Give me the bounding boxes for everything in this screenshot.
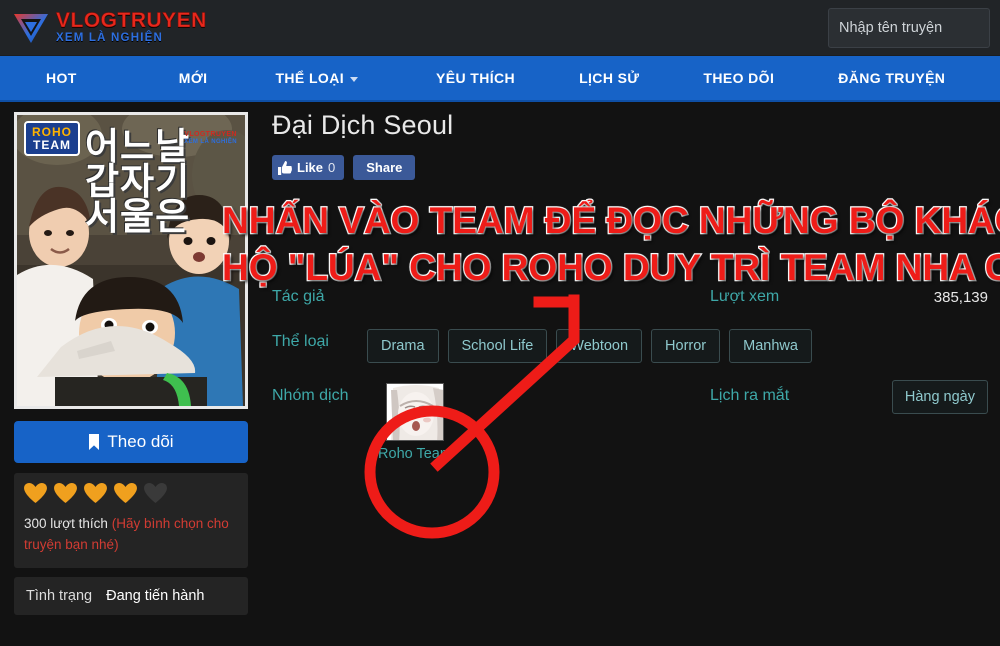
heart-filled-icon[interactable] [84, 483, 107, 504]
detail-column: Đại Dịch Seoul Like 0 Share Tác giả Lượt… [272, 110, 988, 462]
like-count: 0 [328, 160, 336, 175]
genres-row: Thể loại Drama School Life Webtoon Horror Ma… [272, 329, 988, 381]
translation-team[interactable]: Roho Team [367, 383, 463, 462]
facebook-like-button[interactable]: Like 0 [272, 155, 345, 180]
nav-item-label: MỚI [178, 70, 208, 86]
triangle-play-logo-icon [12, 10, 50, 46]
rating-panel: 300 lượt thích (Hãy bình chọn cho truyện… [14, 473, 248, 568]
heart-filled-icon[interactable] [54, 483, 77, 504]
chevron-down-icon [350, 76, 358, 82]
nav-item-mới[interactable]: MỚI [171, 56, 216, 100]
schedule-value-button[interactable]: Hàng ngày [891, 380, 988, 414]
like-label: Like [297, 160, 324, 175]
status-panel: Tình trạng Đang tiến hành [14, 576, 248, 615]
site-header: VLOGTRUYEN XEM LÀ NGHIỆN [0, 0, 1000, 56]
nav-item-label: ĐĂNG TRUYỆN [838, 70, 946, 86]
heart-filled-icon[interactable] [114, 483, 137, 504]
follow-button-label: Theo dõi [107, 432, 174, 451]
korean-title-line-1: 어느날 [85, 126, 191, 167]
badge-line-1: ROHO [32, 125, 72, 139]
genre-tag-manhwa[interactable]: Manhwa [729, 329, 812, 363]
roho-team-badge: ROHO TEAM [24, 121, 80, 157]
facebook-share-button[interactable]: Share [353, 155, 416, 180]
site-logo[interactable]: VLOGTRUYEN XEM LÀ NGHIỆN [12, 10, 207, 46]
nav-item-label: THỂ LOẠI [275, 70, 344, 86]
heart-empty-icon[interactable] [144, 483, 167, 504]
social-buttons: Like 0 Share [272, 155, 988, 180]
status-value: Đang tiến hành [106, 587, 205, 604]
watermark-line-2: XEM LÀ NGHIỆN [184, 138, 237, 145]
genre-tag-horror[interactable]: Horror [651, 329, 721, 363]
cover-korean-title: 어느날 갑자기 서울은 [85, 126, 191, 238]
heart-filled-icon[interactable] [24, 483, 47, 504]
team-row: Nhóm dịch Roho Team Lịch ra mắt Hàng ngà… [272, 380, 988, 462]
follow-button[interactable]: Theo dõi [14, 421, 248, 463]
page-title: Đại Dịch Seoul [272, 110, 454, 140]
search-box[interactable] [828, 8, 990, 48]
genre-tag-webtoon[interactable]: Webtoon [556, 329, 643, 363]
nav-item-ma[interactable]: MA [995, 56, 1000, 100]
nav-item-label: LỊCH SỬ [579, 70, 640, 86]
nav-item-label: THEO DÕI [703, 70, 775, 86]
left-sidebar: ROHO TEAM 어느날 갑자기 서울은 VLOGTRUYEN XEM LÀ … [14, 112, 248, 615]
team-avatar-image [386, 383, 444, 441]
share-label: Share [366, 160, 403, 175]
team-name-label: Roho Team [378, 446, 452, 462]
heart-rating[interactable] [24, 483, 238, 504]
nav-item-label: HOT [46, 70, 77, 86]
nav-item-theo-dõi[interactable]: THEO DÕI [695, 56, 782, 100]
korean-title-line-3: 서울은 [85, 196, 191, 238]
main-navigation: HOT MỚI THỂ LOẠI YÊU THÍCH LỊCH SỬ THEO DÕI ĐĂ… [0, 56, 1000, 102]
genre-tag-drama[interactable]: Drama [367, 329, 439, 363]
like-summary: 300 lượt thích (Hãy bình chọn cho truyện… [24, 514, 238, 556]
nav-item-hot[interactable]: HOT [38, 56, 85, 100]
team-label: Nhóm dịch [272, 387, 349, 404]
logo-primary-text: VLOGTRUYEN [56, 9, 207, 33]
cover-watermark: VLOGTRUYEN XEM LÀ NGHIỆN [184, 131, 237, 145]
search-input[interactable] [839, 20, 979, 36]
nav-item-đăng-truyện[interactable]: ĐĂNG TRUYỆN [830, 56, 953, 100]
thumbs-up-icon [278, 160, 292, 175]
info-table: Tác giả Lượt xem 385,139 Thể loại Drama S… [272, 284, 988, 462]
badge-line-2: TEAM [33, 137, 71, 152]
main-content: ROHO TEAM 어느날 갑자기 서울은 VLOGTRUYEN XEM LÀ … [0, 102, 1000, 646]
schedule-label: Lịch ra mắt [710, 387, 790, 404]
views-value: 385,139 [933, 289, 988, 306]
genres-label: Thể loại [272, 333, 329, 350]
nav-item-yêu-thích[interactable]: YÊU THÍCH [428, 56, 523, 100]
nav-item-label: YÊU THÍCH [436, 70, 516, 86]
logo-secondary-text: XEM LÀ NGHIỆN [56, 32, 163, 45]
nav-item-thể-loại[interactable]: THỂ LOẠI [267, 56, 366, 100]
status-label: Tình trạng [26, 587, 93, 604]
nav-item-lịch-sử[interactable]: LỊCH SỬ [571, 56, 647, 100]
views-label: Lượt xem [710, 288, 780, 305]
author-label: Tác giả [272, 288, 325, 305]
page-root: VLOGTRUYEN XEM LÀ NGHIỆN HOT MỚI THỂ LOẠI Y… [0, 0, 1000, 646]
watermark-line-1: VLOGTRUYEN [184, 131, 237, 138]
comic-cover[interactable]: ROHO TEAM 어느날 갑자기 서울은 VLOGTRUYEN XEM LÀ … [14, 112, 248, 409]
korean-title-line-2: 갑자기 [85, 161, 191, 203]
author-row: Tác giả Lượt xem 385,139 [272, 284, 988, 329]
genre-tag-school-life[interactable]: School Life [447, 329, 548, 363]
genre-list: Drama School Life Webtoon Horror Manhwa [367, 329, 988, 363]
like-count-text: 300 lượt thích [24, 516, 108, 531]
bookmark-icon [89, 434, 100, 450]
